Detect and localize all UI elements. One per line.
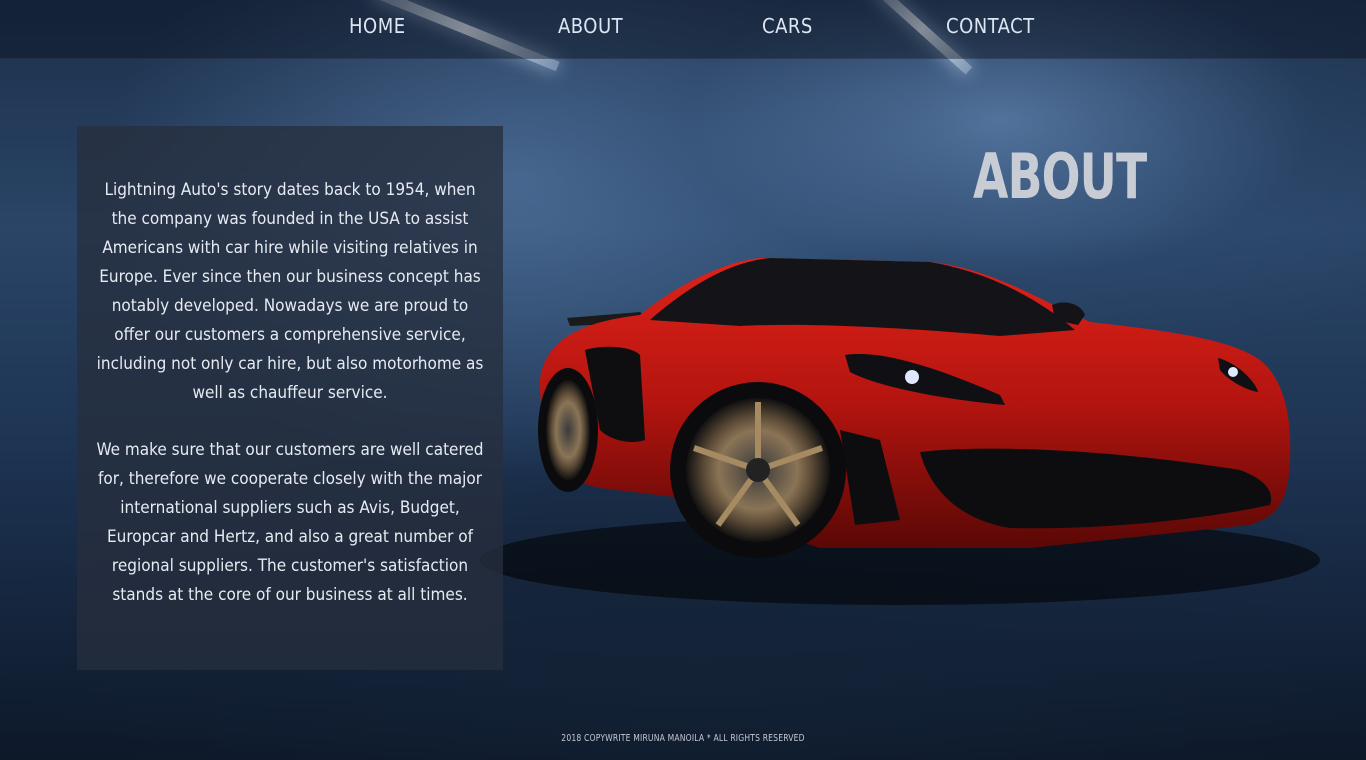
about-text: Lightning Auto's story dates back to 195… [95,176,485,610]
page-title: ABOUT [973,140,1147,213]
about-paragraph: We make sure that our customers are well… [96,440,484,605]
nav-contact-link[interactable]: CONTACT [946,14,1035,38]
top-navigation: HOME ABOUT CARS CONTACT [0,0,1366,59]
nav-cars-link[interactable]: CARS [762,14,813,38]
about-text-panel: Lightning Auto's story dates back to 195… [77,126,503,670]
about-paragraph: Lightning Auto's story dates back to 195… [96,180,484,403]
nav-home-link[interactable]: HOME [349,14,406,38]
footer-copyright: 2018 COPYWRITE MIRUNA MANOILA * ALL RIGH… [561,733,805,744]
nav-about-link[interactable]: ABOUT [558,14,623,38]
